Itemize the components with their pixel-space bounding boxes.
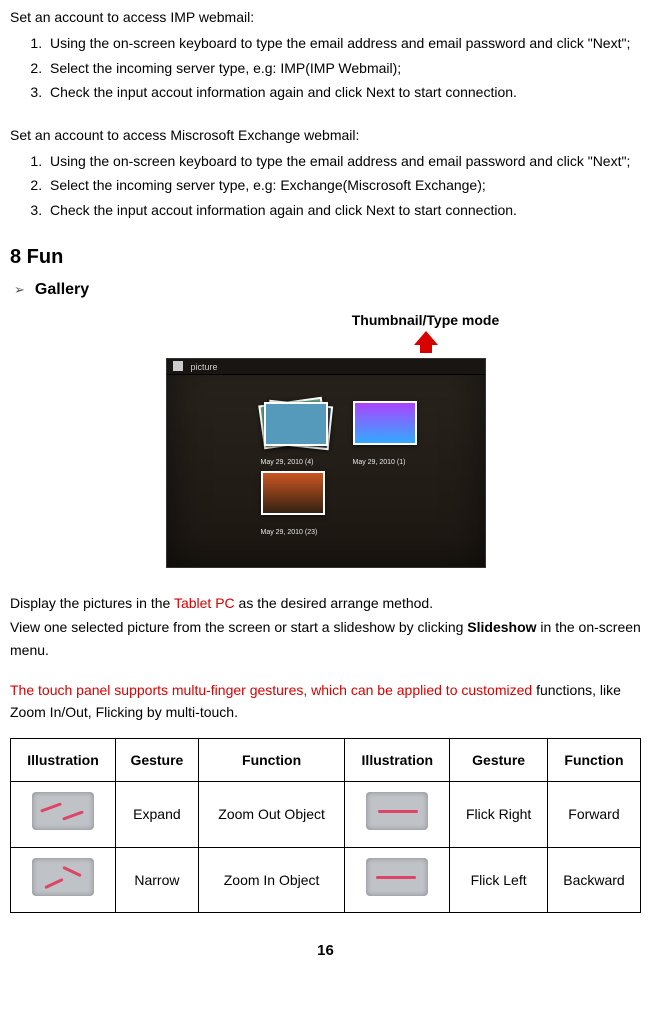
table-row: Narrow Zoom In Object Flick Left Backwar… xyxy=(11,847,641,912)
imp-step: Check the input accout information again… xyxy=(46,81,641,103)
photo-stack: May 29, 2010 (23) xyxy=(261,471,331,523)
screenshot-titlebar: picture xyxy=(167,359,485,375)
table-row: Expand Zoom Out Object Flick Right Forwa… xyxy=(11,782,641,847)
exchange-step: Select the incoming server type, e.g: Ex… xyxy=(46,174,641,196)
table-header-row: Illustration Gesture Function Illustrati… xyxy=(11,738,641,781)
touch-panel-red: The touch panel supports multu-finger ge… xyxy=(10,682,532,698)
text: as the desired arrange method. xyxy=(235,595,433,611)
exchange-intro: Set an account to access Miscrosoft Exch… xyxy=(10,124,641,146)
stack-caption: May 29, 2010 (4) xyxy=(261,457,341,468)
exchange-steps: Using the on-screen keyboard to type the… xyxy=(10,150,641,221)
illustration-cell xyxy=(11,847,116,912)
gallery-screenshot: picture May 29, 2010 (4) May 29, 2010 (1… xyxy=(166,358,486,568)
bullet-arrow-icon: ➢ xyxy=(14,280,25,301)
imp-step: Select the incoming server type, e.g: IM… xyxy=(46,57,641,79)
illustration-cell xyxy=(345,782,450,847)
gesture-table: Illustration Gesture Function Illustrati… xyxy=(10,738,641,913)
imp-step: Using the on-screen keyboard to type the… xyxy=(46,32,641,54)
up-arrow-icon xyxy=(414,331,438,345)
col-gesture: Gesture xyxy=(115,738,198,781)
slideshow-paragraph: View one selected picture from the scree… xyxy=(10,616,641,661)
function-cell: Zoom Out Object xyxy=(198,782,345,847)
col-illustration: Illustration xyxy=(345,738,450,781)
col-function: Function xyxy=(547,738,640,781)
gesture-cell: Expand xyxy=(115,782,198,847)
gesture-cell: Flick Right xyxy=(450,782,548,847)
flick-left-gesture-icon xyxy=(366,858,428,896)
exchange-step: Using the on-screen keyboard to type the… xyxy=(46,150,641,172)
text: View one selected picture from the scree… xyxy=(10,619,467,635)
tablet-pc-text: Tablet PC xyxy=(174,595,235,611)
home-icon xyxy=(173,361,183,371)
thumbnail-mode-label: Thumbnail/Type mode xyxy=(352,312,500,328)
photo-stack: May 29, 2010 (4) xyxy=(261,401,331,453)
function-cell: Forward xyxy=(547,782,640,847)
photo-stack: May 29, 2010 (1) xyxy=(353,401,423,453)
col-gesture: Gesture xyxy=(450,738,548,781)
flick-right-gesture-icon xyxy=(366,792,428,830)
fun-heading: 8 Fun xyxy=(10,241,641,273)
gesture-cell: Flick Left xyxy=(450,847,548,912)
stack-caption: May 29, 2010 (1) xyxy=(353,457,433,468)
col-function: Function xyxy=(198,738,345,781)
imp-intro: Set an account to access IMP webmail: xyxy=(10,6,641,28)
expand-gesture-icon xyxy=(32,792,94,830)
imp-steps: Using the on-screen keyboard to type the… xyxy=(10,32,641,103)
col-illustration: Illustration xyxy=(11,738,116,781)
function-cell: Backward xyxy=(547,847,640,912)
illustration-cell xyxy=(345,847,450,912)
touch-panel-paragraph: The touch panel supports multu-finger ge… xyxy=(10,679,641,724)
text: Display the pictures in the xyxy=(10,595,174,611)
slideshow-bold: Slideshow xyxy=(467,619,536,635)
gesture-cell: Narrow xyxy=(115,847,198,912)
page-number: 16 xyxy=(10,939,641,963)
stack-caption: May 29, 2010 (23) xyxy=(261,527,341,538)
gallery-subheading: Gallery xyxy=(35,277,89,303)
illustration-cell xyxy=(11,782,116,847)
screenshot-title: picture xyxy=(191,360,218,374)
gallery-subheading-row: ➢ Gallery xyxy=(10,277,641,303)
display-paragraph: Display the pictures in the Tablet PC as… xyxy=(10,592,641,614)
exchange-step: Check the input accout information again… xyxy=(46,199,641,221)
narrow-gesture-icon xyxy=(32,858,94,896)
function-cell: Zoom In Object xyxy=(198,847,345,912)
